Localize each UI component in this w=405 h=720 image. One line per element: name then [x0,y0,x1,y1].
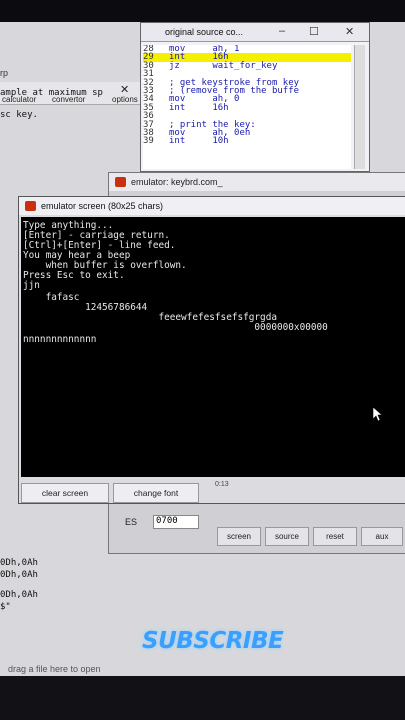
source-code-window: original source co... – ☐ ✕ 28 mov ah, 12… [140,22,370,172]
maximize-icon[interactable]: ☐ [309,25,319,38]
console-line: 0000000x00000 [23,322,328,333]
emulator-app-icon [115,177,126,187]
minimize-icon[interactable]: – [279,25,285,37]
source-button[interactable]: source [265,527,309,546]
options-button[interactable]: options [112,95,138,104]
background-code-line: $" [0,602,11,612]
background-text-line: ample at maximum sp [0,88,103,98]
console-line: jjn [23,280,40,291]
background-code-line: 0Dh,0Ah [0,590,38,600]
code-line[interactable]: 30 jz wait_for_key [143,60,351,71]
source-scrollbar[interactable] [354,45,365,169]
code-text: int 16h [169,102,229,113]
code-line[interactable]: 39 int 10h [143,136,351,147]
register-value-field[interactable]: 0700 [153,515,199,529]
background-code-line: 0Dh,0Ah [0,558,38,568]
source-code-editor[interactable]: 28 mov ah, 1 29 int 16h 30 jz wait_for_key 31 3… [143,45,351,169]
screen-window-title: emulator screen (80x25 chars) [41,201,164,211]
dropzone-label[interactable]: drag a file here to open [8,664,101,674]
cursor-position-readout: 0:13 [215,481,229,488]
source-window-titlebar: original source co... – ☐ ✕ [141,23,369,42]
screen-app-icon [25,201,36,211]
tools-icon[interactable]: ✕ [120,83,129,96]
top-dark-band [0,0,405,22]
bottom-dark-band [0,676,405,720]
reset-button[interactable]: reset [313,527,357,546]
emulator-titlebar: emulator: keybrd.com_ [109,173,405,191]
register-label: ES [125,517,138,527]
background-code-line: 0Dh,0Ah [0,570,38,580]
change-font-button[interactable]: change font [113,483,199,503]
close-icon[interactable]: ✕ [345,25,354,38]
source-window-title: original source co... [165,27,244,37]
screen-button[interactable]: screen [217,527,261,546]
screen-window-titlebar: emulator screen (80x25 chars) [19,197,405,215]
code-text: jz wait_for_key [169,60,278,71]
background-text-line: sc key. [0,110,38,120]
emulator-screen-window: emulator screen (80x25 chars) Type anyth… [18,196,405,504]
mouse-cursor-icon [372,406,383,422]
line-number: 39 [143,136,154,147]
code-line[interactable]: 35 int 16h [143,102,351,113]
background-window-title: rp [0,68,9,78]
clear-screen-button[interactable]: clear screen [21,483,109,503]
subscribe-overlay: SUBSCRIBE [142,628,284,654]
console-line: nnnnnnnnnnnnn [23,334,97,345]
console-output[interactable]: Type anything... [Enter] - carriage retur… [21,217,405,477]
code-text: int 10h [169,136,229,147]
emulator-title: emulator: keybrd.com_ [131,177,223,187]
aux-button[interactable]: aux [361,527,403,546]
